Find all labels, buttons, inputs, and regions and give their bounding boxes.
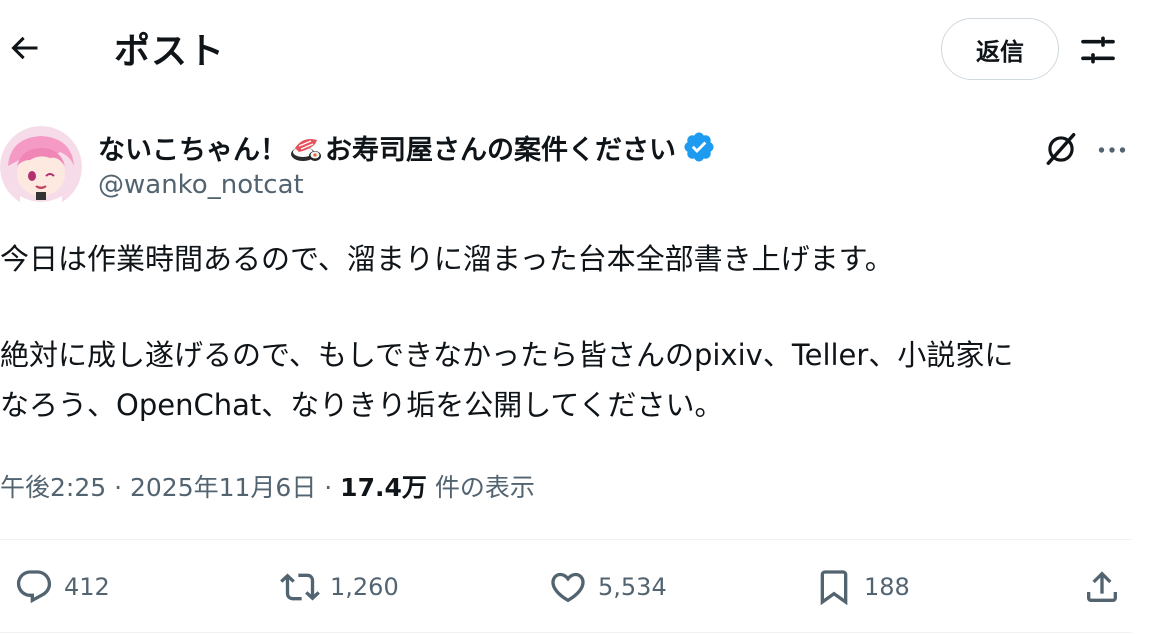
- like-count: 5,534: [598, 573, 667, 601]
- reply-count: 412: [64, 573, 110, 601]
- post-time[interactable]: 午後2:25: [0, 473, 106, 502]
- heart-icon: [551, 572, 585, 603]
- author-name-row[interactable]: ないこちゃん！ お寿司屋さんの案件ください: [98, 127, 716, 167]
- author-handle[interactable]: @wanko_notcat: [98, 170, 304, 200]
- separator: ·: [316, 473, 341, 502]
- back-arrow-icon[interactable]: [6, 30, 42, 66]
- sliders-icon[interactable]: [1078, 30, 1118, 70]
- divider: [0, 632, 1132, 633]
- reply-icon: [16, 570, 52, 604]
- post-text-line: 絶対に成し遂げるので、もしできなかったら皆さんのpixiv、Teller、小説家…: [0, 338, 1014, 372]
- repost-icon: [280, 573, 320, 601]
- separator: ·: [106, 473, 130, 502]
- grok-icon[interactable]: [1042, 130, 1080, 168]
- like-action[interactable]: 5,534: [548, 566, 667, 608]
- author-display-name-suffix[interactable]: お寿司屋さんの案件ください: [325, 128, 676, 167]
- author-display-name[interactable]: ないこちゃん！: [98, 128, 287, 167]
- avatar[interactable]: [0, 126, 82, 208]
- verified-badge-icon[interactable]: [682, 130, 716, 164]
- bookmark-action[interactable]: 188: [814, 566, 910, 608]
- reply-button[interactable]: 返信: [941, 18, 1059, 80]
- views-label: 件の表示: [434, 473, 535, 502]
- post-text-line: 今日は作業時間あるので、溜まりに溜まった台本全部書き上げます。: [0, 242, 894, 276]
- more-options-icon[interactable]: [1094, 132, 1130, 168]
- post-date[interactable]: 2025年11月6日: [130, 473, 316, 502]
- share-action[interactable]: [1082, 566, 1132, 608]
- page-title: ポスト: [114, 31, 226, 72]
- bookmark-count: 188: [864, 573, 910, 601]
- reply-action[interactable]: 412: [14, 566, 110, 608]
- sushi-icon: [289, 130, 323, 164]
- share-icon: [1087, 571, 1117, 602]
- repost-count: 1,260: [330, 573, 399, 601]
- divider: [0, 539, 1132, 540]
- post-text-line: なろう、OpenChat、なりきり垢を公開してください。: [0, 388, 724, 422]
- post-meta: 午後2:25 · 2025年11月6日 · 17.4万 件の表示: [0, 468, 535, 504]
- repost-action[interactable]: 1,260: [280, 566, 399, 608]
- bookmark-icon: [820, 570, 848, 606]
- views-count: 17.4万: [340, 473, 427, 502]
